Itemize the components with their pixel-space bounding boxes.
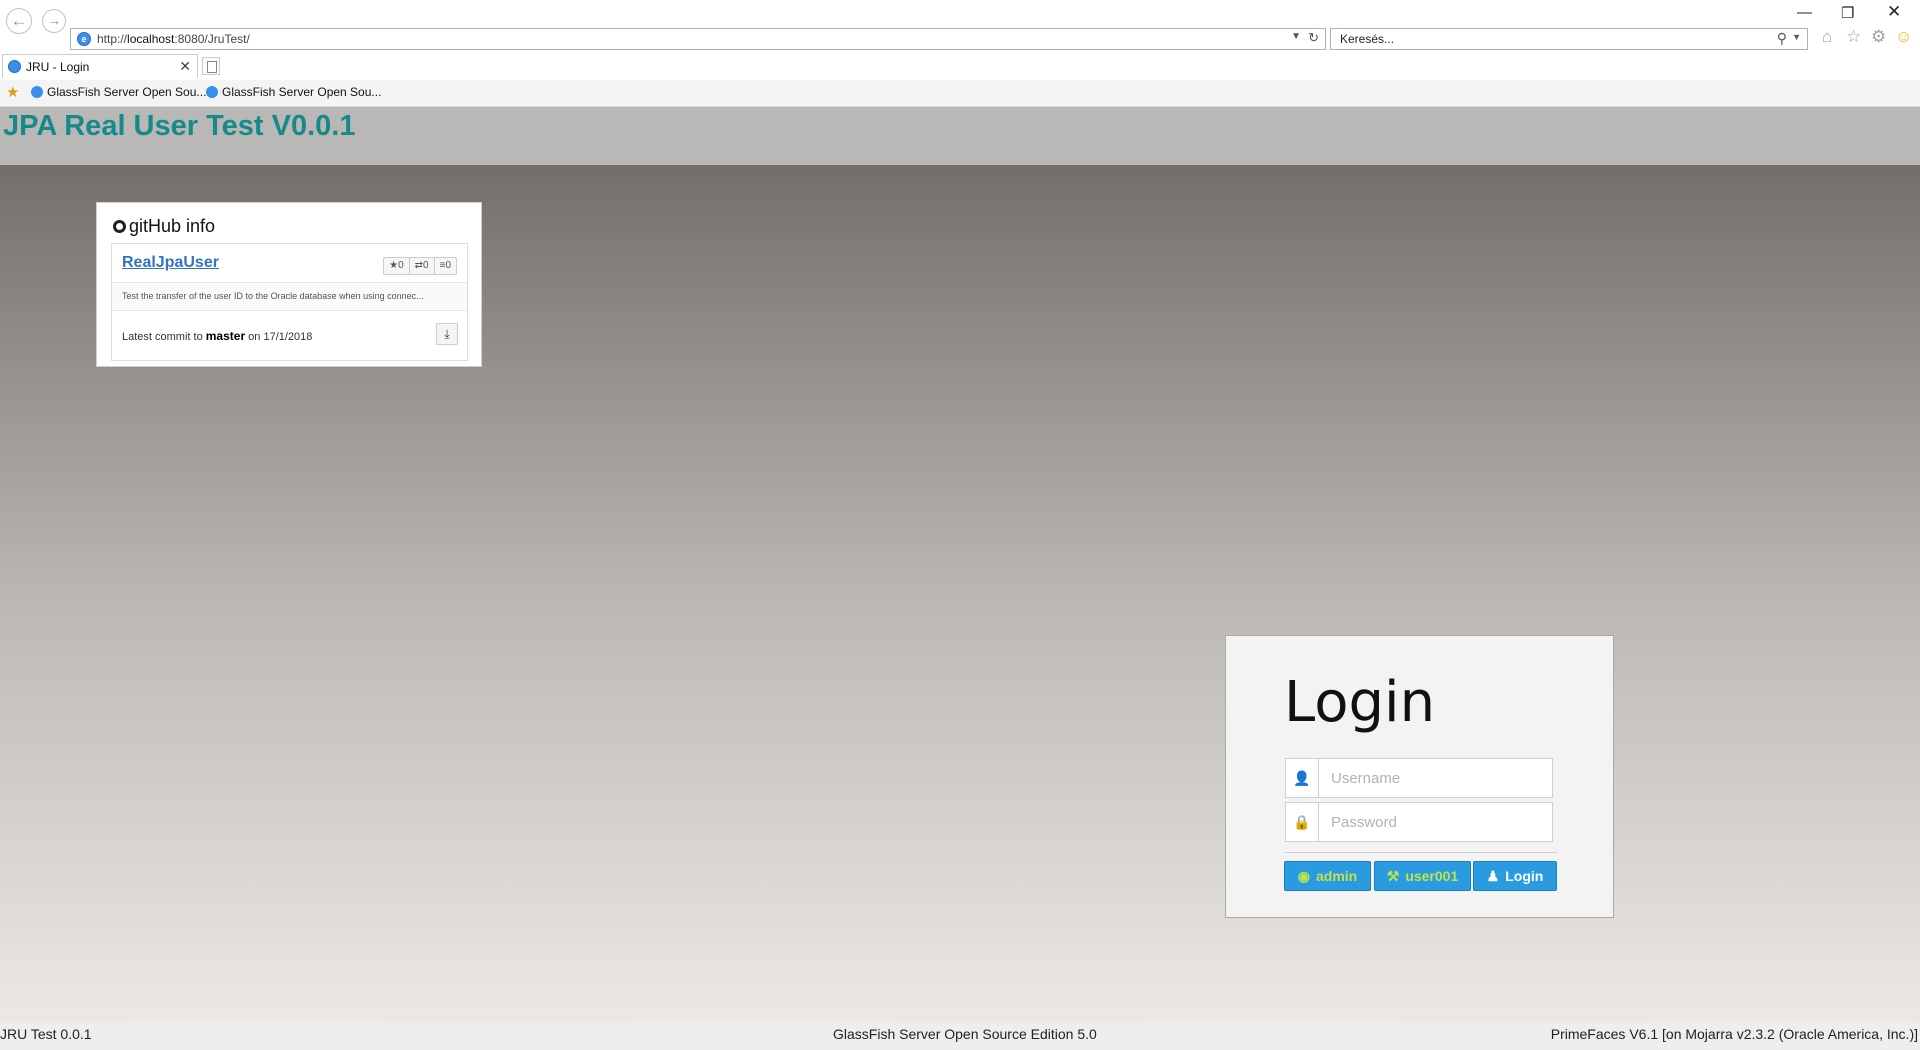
issues-count[interactable]: ≡0	[435, 258, 456, 274]
search-placeholder: Keresés...	[1340, 32, 1395, 46]
back-button[interactable]: ←	[6, 8, 32, 34]
branch-name: master	[205, 329, 246, 343]
forward-button[interactable]: →	[42, 9, 66, 33]
repo-description: Test the transfer of the user ID to the …	[112, 282, 467, 311]
search-dropdown-icon[interactable]: ▼	[1792, 32, 1801, 42]
restore-button[interactable]: ❐	[1841, 4, 1854, 22]
user-icon: 👤	[1286, 759, 1319, 797]
close-window-button[interactable]: ✕	[1887, 2, 1901, 22]
page-header: JPA Real User Test V0.0.1	[0, 107, 1920, 165]
search-icon[interactable]: ⚲	[1777, 30, 1787, 47]
app-title: JPA Real User Test V0.0.1	[3, 110, 356, 142]
favorite-ie-icon	[206, 86, 218, 98]
login-button[interactable]: ♟ Login	[1473, 861, 1557, 891]
address-url: http://localhost:8080/JruTest/	[97, 32, 250, 46]
footer-app-version: JRU Test 0.0.1	[0, 1026, 92, 1042]
stars-count[interactable]: ★0	[384, 258, 410, 274]
repo-stats: ★0 ⇄0 ≡0	[383, 257, 457, 275]
github-octocat-icon	[113, 220, 126, 233]
username-field: 👤	[1285, 758, 1561, 798]
github-heading: gitHub info	[113, 216, 215, 237]
footer-server-info: GlassFish Server Open Source Edition 5.0	[833, 1026, 1097, 1042]
username-input[interactable]	[1319, 759, 1561, 797]
favorite-link-1[interactable]: GlassFish Server Open Sou...	[31, 85, 206, 99]
tab-favicon	[8, 60, 21, 73]
wrench-icon: ⚒	[1386, 868, 1400, 884]
user001-button[interactable]: ⚒ user001	[1374, 861, 1471, 891]
latest-commit-info: Latest commit to master on 17/1/2018	[122, 329, 313, 343]
download-icon[interactable]: ⤓	[436, 323, 458, 345]
repo-name-link[interactable]: RealJpaUser	[122, 254, 219, 272]
button-divider	[1285, 852, 1557, 853]
minimize-button[interactable]: —	[1797, 4, 1812, 21]
favorites-add-star-icon[interactable]: ★	[6, 83, 19, 101]
search-box[interactable]: Keresés... ⚲ ▼	[1330, 28, 1808, 50]
refresh-icon[interactable]: ↻	[1308, 30, 1319, 46]
favorite-ie-icon	[31, 86, 43, 98]
footer-framework-info: PrimeFaces V6.1 [on Mojarra v2.3.2 (Orac…	[1550, 1026, 1918, 1042]
star-icon: ★	[389, 260, 399, 271]
address-bar[interactable]: e http://localhost:8080/JruTest/ ▼ ↻	[70, 28, 1326, 50]
login-title: Login	[1284, 670, 1436, 735]
tab-close-icon[interactable]: ✕	[179, 58, 191, 75]
new-tab-button[interactable]	[202, 57, 220, 75]
fork-icon: ⇄	[414, 260, 424, 271]
favorite-link-2[interactable]: GlassFish Server Open Sou...	[206, 85, 381, 99]
admin-user-circle-icon: ◉	[1297, 868, 1310, 884]
favorites-bar: ★ GlassFish Server Open Sou... GlassFish…	[0, 80, 1920, 107]
password-field: 🔒	[1285, 802, 1561, 842]
feedback-smiley-icon[interactable]: ☺	[1895, 27, 1912, 47]
settings-gear-icon[interactable]: ⚙	[1871, 27, 1886, 47]
page-footer: JRU Test 0.0.1 GlassFish Server Open Sou…	[0, 1023, 1920, 1050]
home-icon[interactable]: ⌂	[1822, 27, 1832, 47]
login-user-icon: ♟	[1486, 868, 1500, 884]
tab-title: JRU - Login	[26, 60, 90, 74]
password-input[interactable]	[1319, 803, 1561, 841]
github-info-card: gitHub info RealJpaUser ★0 ⇄0 ≡0 Test th…	[96, 202, 482, 367]
forks-count[interactable]: ⇄0	[410, 258, 435, 274]
browser-chrome: ← → e http://localhost:8080/JruTest/ ▼ ↻…	[0, 0, 1920, 107]
login-panel: Login 👤 🔒 ◉admin ⚒user001 ♟Login	[1225, 635, 1614, 918]
admin-button[interactable]: ◉ admin	[1284, 861, 1371, 891]
ie-page-icon: e	[77, 32, 91, 46]
tab-jru-login[interactable]: JRU - Login ✕	[2, 54, 198, 78]
github-repo-box: RealJpaUser ★0 ⇄0 ≡0 Test the transfer o…	[111, 243, 468, 361]
lock-icon: 🔒	[1286, 803, 1319, 841]
address-dropdown-icon[interactable]: ▼	[1291, 31, 1301, 42]
favorites-star-icon[interactable]: ☆	[1846, 27, 1861, 47]
